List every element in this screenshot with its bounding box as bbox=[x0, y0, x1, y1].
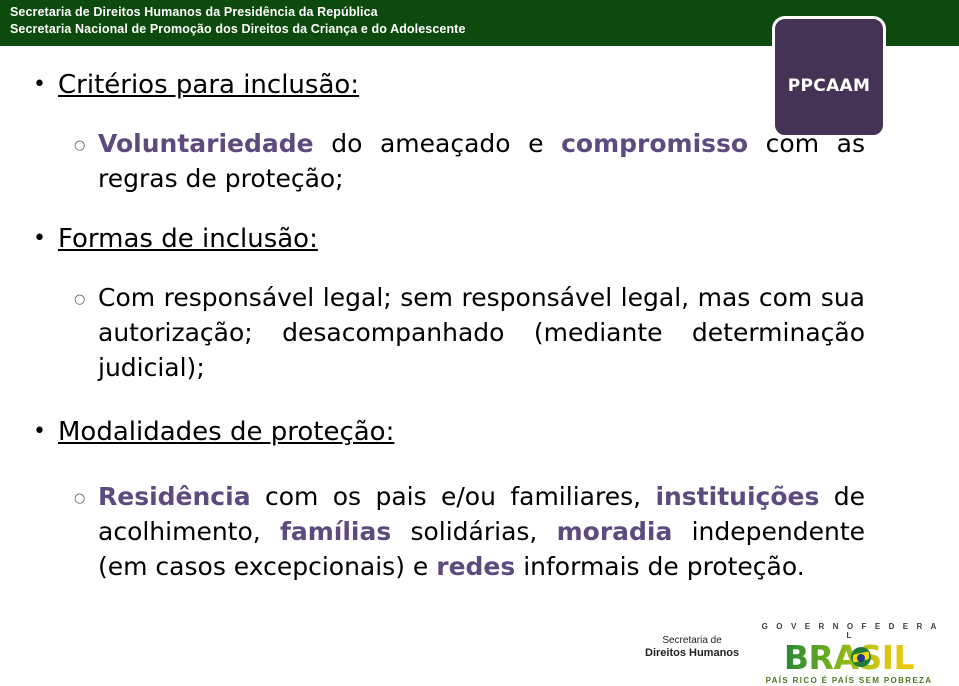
paragraph-text: Com responsável legal; sem responsável l… bbox=[98, 283, 865, 382]
bullet-level2-icon: ○ bbox=[74, 292, 86, 307]
bullet-level1-icon: • bbox=[33, 226, 46, 251]
bullet-level1-icon: • bbox=[33, 419, 46, 444]
highlighted-term: redes bbox=[436, 552, 516, 581]
paragraph-modalidades: Residência com os pais e/ou familiares, … bbox=[98, 479, 865, 584]
header-line-2: Secretaria Nacional de Promoção dos Dire… bbox=[10, 22, 466, 36]
paragraph-text: do ameaçado e bbox=[313, 129, 562, 158]
list-item-formas: ○ Com responsável legal; sem responsável… bbox=[0, 280, 959, 385]
brasil-wordmark: BRASIL bbox=[755, 641, 943, 674]
sdh-logo-line-1: Secretaria de bbox=[662, 635, 722, 646]
footer: Secretaria de Direitos Humanos G O V E R… bbox=[0, 616, 959, 686]
brasil-tagline: PAÍS RICO É PAÍS SEM POBREZA bbox=[765, 676, 933, 685]
sdh-logo: Secretaria de Direitos Humanos bbox=[645, 634, 739, 660]
paragraph-criterios: Voluntariedade do ameaçado e compromisso… bbox=[98, 126, 865, 196]
brasil-government-logo: G O V E R N O F E D E R A L BRASIL PAÍS … bbox=[755, 622, 943, 685]
paragraph-formas: Com responsável legal; sem responsável l… bbox=[98, 280, 865, 385]
highlighted-term: Residência bbox=[98, 482, 251, 511]
list-item-criterios: ○ Voluntariedade do ameaçado e compromis… bbox=[0, 126, 959, 196]
header-line-1: Secretaria de Direitos Humanos da Presid… bbox=[10, 5, 378, 19]
brazil-flag-icon bbox=[851, 647, 871, 667]
heading-text: Modalidades de proteção: bbox=[58, 417, 395, 447]
highlighted-term: Voluntariedade bbox=[98, 129, 314, 158]
bullet-level2-icon: ○ bbox=[74, 138, 86, 153]
bullet-level1-icon: • bbox=[33, 72, 46, 97]
highlighted-term: moradia bbox=[556, 517, 673, 546]
slide-content: • Critérios para inclusão: ○ Voluntaried… bbox=[0, 46, 959, 584]
header-title-block: Secretaria de Direitos Humanos da Presid… bbox=[10, 4, 466, 38]
paragraph-text: com os pais e/ou familiares, bbox=[250, 482, 656, 511]
section-heading-modalidades: • Modalidades de proteção: bbox=[0, 415, 959, 449]
paragraph-text: solidárias, bbox=[391, 517, 557, 546]
paragraph-text: informais de proteção. bbox=[515, 552, 805, 581]
slide: Secretaria de Direitos Humanos da Presid… bbox=[0, 0, 959, 686]
highlighted-term: compromisso bbox=[561, 129, 749, 158]
bullet-level2-icon: ○ bbox=[74, 491, 86, 506]
heading-text: Formas de inclusão: bbox=[58, 224, 318, 254]
section-heading-criterios: • Critérios para inclusão: bbox=[0, 68, 959, 102]
highlighted-term: instituições bbox=[655, 482, 820, 511]
section-heading-formas: • Formas de inclusão: bbox=[0, 222, 959, 256]
heading-text: Critérios para inclusão: bbox=[58, 70, 360, 100]
list-item-modalidades: ○ Residência com os pais e/ou familiares… bbox=[0, 479, 959, 584]
sdh-logo-line-2: Direitos Humanos bbox=[645, 647, 740, 659]
brasil-wordmark-wrap: BRASIL bbox=[755, 641, 943, 674]
highlighted-term: famílias bbox=[279, 517, 392, 546]
